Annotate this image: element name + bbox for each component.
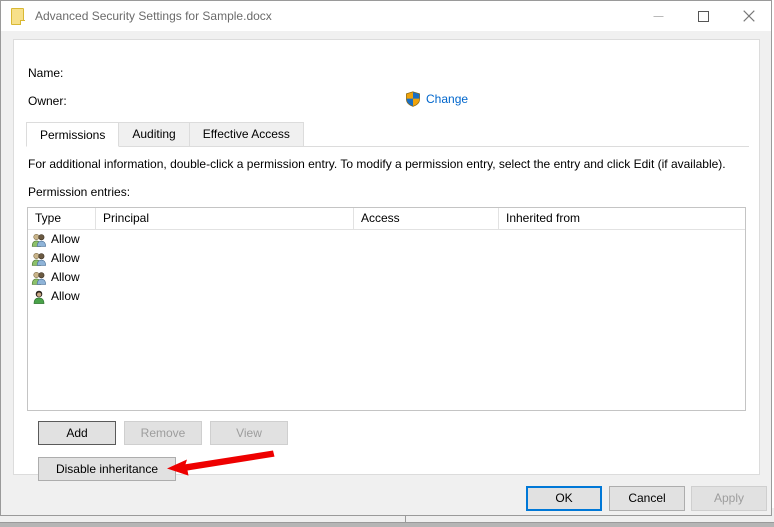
minimize-button[interactable] [636,1,681,31]
uac-shield-icon [405,91,421,107]
name-field-row: Name: [28,66,71,80]
table-row[interactable]: Allow [28,268,745,287]
table-row[interactable]: Allow [28,230,745,249]
cancel-button[interactable]: Cancel [609,486,685,511]
remove-button: Remove [124,421,202,445]
tab-effective-access[interactable]: Effective Access [188,122,304,146]
window-controls [636,1,771,31]
info-text: For additional information, double-click… [28,157,726,171]
change-link[interactable]: Change [426,92,468,106]
advanced-security-settings-dialog: Advanced Security Settings for Sample.do… [0,0,772,516]
table-header-row: Type Principal Access Inherited from [28,208,745,230]
user-icon [31,289,47,305]
add-button[interactable]: Add [38,421,116,445]
document-icon [10,7,27,26]
tab-permissions[interactable]: Permissions [26,122,120,147]
permission-entries-list[interactable]: Type Principal Access Inherited from All… [27,207,746,411]
cell-type-text: Allow [51,251,80,265]
cell-type: Allow [28,230,96,249]
table-row[interactable]: Allow [28,249,745,268]
group-icon [31,232,47,248]
table-row[interactable]: Allow [28,287,745,306]
column-header-type[interactable]: Type [28,208,96,229]
view-button: View [210,421,288,445]
apply-button: Apply [691,486,767,511]
change-owner-control[interactable]: Change [405,91,468,107]
cell-type: Allow [28,287,96,306]
cell-type: Allow [28,268,96,287]
ok-button[interactable]: OK [526,486,602,511]
dialog-footer: OK Cancel Apply [1,482,771,515]
column-header-access[interactable]: Access [354,208,499,229]
cell-type-text: Allow [51,270,80,284]
title-bar[interactable]: Advanced Security Settings for Sample.do… [1,1,771,31]
disable-inheritance-button[interactable]: Disable inheritance [38,457,176,481]
column-header-principal[interactable]: Principal [96,208,354,229]
owner-field-row: Owner: [28,94,75,108]
maximize-button[interactable] [681,1,726,31]
window-title: Advanced Security Settings for Sample.do… [35,9,272,23]
close-button[interactable] [726,1,771,31]
dialog-client-area: Name: Owner: Change Permissions Auditing… [13,39,760,481]
tab-auditing[interactable]: Auditing [118,122,190,146]
name-label: Name: [28,66,64,80]
permission-entries-label: Permission entries: [28,185,131,199]
tab-strip: Permissions Auditing Effective Access [26,122,749,147]
group-icon [31,251,47,267]
cell-type-text: Allow [51,232,80,246]
cell-type: Allow [28,249,96,268]
owner-label: Owner: [28,94,67,108]
cell-type-text: Allow [51,289,80,303]
column-header-inherited-from[interactable]: Inherited from [499,208,745,229]
group-icon [31,270,47,286]
